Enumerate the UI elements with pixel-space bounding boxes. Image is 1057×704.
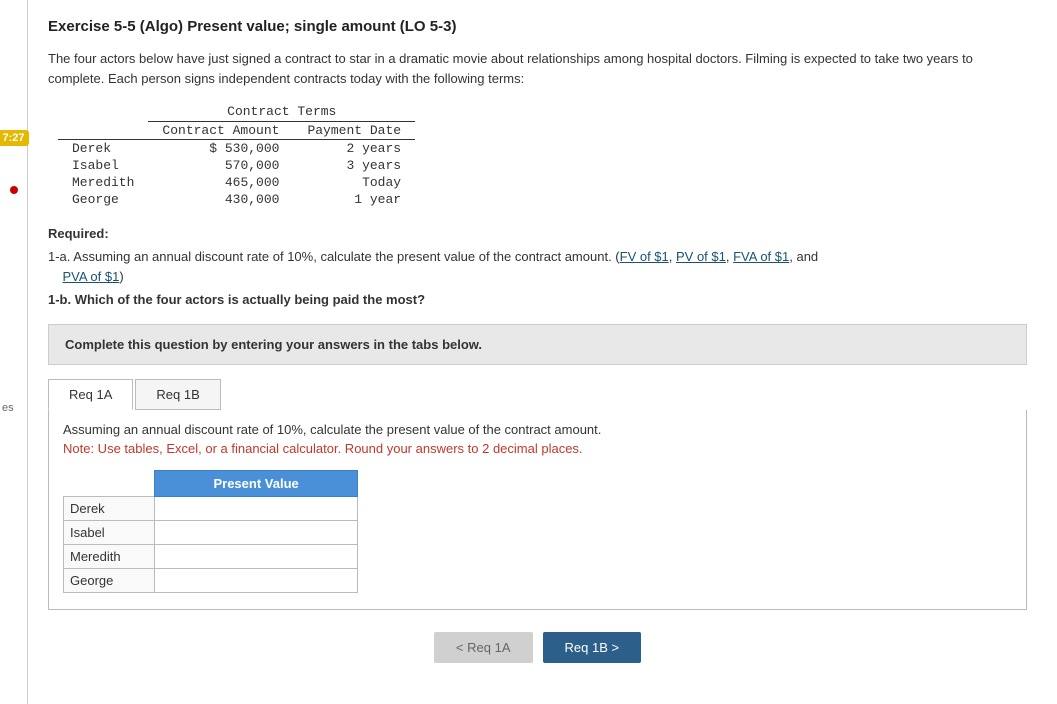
contract-row: Isabel 570,000 3 years (58, 157, 415, 174)
sidebar-label: es (2, 402, 14, 414)
pv-input[interactable] (161, 573, 351, 588)
sidebar-dot (10, 186, 18, 194)
contract-table-wrapper: Contract Terms Contract Amount Payment D… (58, 104, 1027, 208)
contract-table: Contract Terms Contract Amount Payment D… (58, 104, 415, 208)
fv-link[interactable]: FV of $1 (620, 249, 669, 264)
req-1b-line: 1-b. Which of the four actors is actuall… (48, 290, 1027, 310)
pv-row: Isabel (64, 520, 358, 544)
payment-date: 2 years (293, 140, 415, 158)
prev-button[interactable]: < Req 1A (434, 632, 533, 663)
tab-instruction: Assuming an annual discount rate of 10%,… (63, 422, 1012, 437)
payment-date: 1 year (293, 191, 415, 208)
pv-input-cell[interactable] (155, 496, 358, 520)
close-paren: ) (119, 269, 123, 284)
present-value-table: Present Value Derek Isabel Meredith Geor… (63, 470, 358, 593)
actor-name: Meredith (58, 174, 148, 191)
contract-row: Derek $ 530,000 2 years (58, 140, 415, 158)
complete-box: Complete this question by entering your … (48, 324, 1027, 365)
contract-amount: $ 530,000 (148, 140, 293, 158)
pv-input-cell[interactable] (155, 568, 358, 592)
payment-date: 3 years (293, 157, 415, 174)
pv-input[interactable] (161, 549, 351, 564)
contract-row: Meredith 465,000 Today (58, 174, 415, 191)
comma1: , (669, 249, 676, 264)
pv-input[interactable] (161, 501, 351, 516)
req-1b-text: 1-b. Which of the four actors is actuall… (48, 292, 425, 307)
main-content: Exercise 5-5 (Algo) Present value; singl… (28, 0, 1057, 704)
pv-input-cell[interactable] (155, 544, 358, 568)
next-button[interactable]: Req 1B > (543, 632, 642, 663)
tab-req1a[interactable]: Req 1A (48, 379, 133, 410)
pv-actor-name: Meredith (64, 544, 155, 568)
col-amount: Contract Amount (148, 122, 293, 140)
pv-actor-name: Derek (64, 496, 155, 520)
col-date: Payment Date (293, 122, 415, 140)
tab-content-area: Assuming an annual discount rate of 10%,… (48, 410, 1027, 610)
exercise-title: Exercise 5-5 (Algo) Present value; singl… (48, 18, 1027, 35)
tab-note: Note: Use tables, Excel, or a financial … (63, 441, 1012, 456)
req-1a-line: 1-a. Assuming an annual discount rate of… (48, 247, 1027, 286)
pv-table-header: Present Value (155, 470, 358, 496)
required-section: Required: 1-a. Assuming an annual discou… (48, 226, 1027, 310)
intro-text: The four actors below have just signed a… (48, 49, 1027, 88)
contract-amount: 465,000 (148, 174, 293, 191)
pv-input-cell[interactable] (155, 520, 358, 544)
contract-amount: 430,000 (148, 191, 293, 208)
pv-link[interactable]: PV of $1 (676, 249, 726, 264)
contract-row: George 430,000 1 year (58, 191, 415, 208)
pv-row: Derek (64, 496, 358, 520)
pv-row: George (64, 568, 358, 592)
actor-name: Derek (58, 140, 148, 158)
comma3: , and (789, 249, 818, 264)
tabs-row: Req 1A Req 1B (48, 379, 1027, 410)
tab-req1b[interactable]: Req 1B (135, 379, 220, 410)
contract-amount: 570,000 (148, 157, 293, 174)
fva-link[interactable]: FVA of $1 (733, 249, 789, 264)
pv-input[interactable] (161, 525, 351, 540)
timer-badge: 7:27 (0, 130, 29, 146)
actor-name: Isabel (58, 157, 148, 174)
pva-link[interactable]: PVA of $1 (62, 269, 119, 284)
pv-row: Meredith (64, 544, 358, 568)
contract-terms-header: Contract Terms (148, 104, 415, 122)
nav-buttons: < Req 1A Req 1B > (48, 632, 1027, 663)
required-label: Required: (48, 226, 1027, 241)
req-1a-text: 1-a. Assuming an annual discount rate of… (48, 249, 620, 264)
pv-actor-name: Isabel (64, 520, 155, 544)
pv-actor-name: George (64, 568, 155, 592)
left-sidebar: 7:27 es (0, 0, 28, 704)
payment-date: Today (293, 174, 415, 191)
actor-name: George (58, 191, 148, 208)
